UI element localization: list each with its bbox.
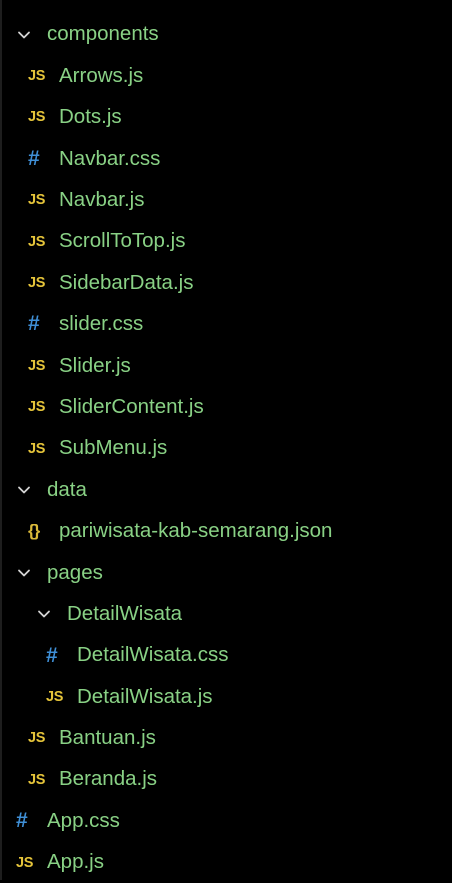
css-file-icon: # bbox=[28, 312, 40, 336]
file-name-label: App.css bbox=[47, 808, 120, 832]
file-name-label: ScrollToTop.js bbox=[59, 229, 186, 253]
file-explorer: components JS Arrows.js JS Dots.js # Navbar.cs… bbox=[0, 0, 452, 880]
css-file-icon: # bbox=[16, 809, 28, 833]
file-navbar-js[interactable]: JS Navbar.js bbox=[2, 180, 452, 221]
file-navbar-css[interactable]: # Navbar.css bbox=[2, 138, 452, 179]
file-arrows-js[interactable]: JS Arrows.js bbox=[2, 55, 452, 96]
file-tree: components JS Arrows.js JS Dots.js # Navbar.cs… bbox=[2, 0, 452, 883]
javascript-file-icon: JS bbox=[28, 233, 46, 250]
css-file-icon: # bbox=[46, 643, 58, 667]
chevron-down-icon bbox=[16, 482, 38, 498]
file-app-js[interactable]: JS App.js bbox=[2, 842, 452, 883]
file-pariwisata-kab-semarang-json[interactable]: {} pariwisata-kab-semarang.json bbox=[2, 511, 452, 552]
javascript-file-icon: JS bbox=[46, 688, 64, 705]
file-name-label: Navbar.js bbox=[59, 188, 145, 211]
javascript-file-icon: JS bbox=[28, 730, 46, 747]
file-dots-js[interactable]: JS Dots.js bbox=[2, 97, 452, 138]
javascript-file-icon: JS bbox=[28, 357, 46, 374]
json-file-icon: {} bbox=[28, 521, 40, 541]
chevron-down-icon bbox=[16, 27, 38, 43]
file-name-label: DetailWisata bbox=[67, 601, 183, 625]
file-name-label: pariwisata-kab-semarang.json bbox=[59, 519, 333, 543]
javascript-file-icon: JS bbox=[28, 440, 46, 457]
javascript-file-icon: JS bbox=[28, 399, 46, 416]
file-beranda-js[interactable]: JS Beranda.js bbox=[2, 759, 452, 800]
file-name-label: Beranda.js bbox=[59, 767, 158, 791]
css-file-icon: # bbox=[28, 146, 40, 170]
folder-data[interactable]: data bbox=[2, 469, 452, 510]
file-scrolltotop-js[interactable]: JS ScrollToTop.js bbox=[2, 221, 452, 262]
file-name-label: data bbox=[47, 477, 87, 501]
file-name-label: Slider.js bbox=[59, 353, 131, 377]
folder-components[interactable]: components bbox=[2, 14, 452, 55]
file-name-label: DetailWisata.js bbox=[77, 684, 213, 708]
javascript-file-icon: JS bbox=[28, 192, 46, 209]
chevron-down-icon bbox=[36, 606, 58, 622]
file-name-label: slider.css bbox=[59, 312, 144, 336]
javascript-file-icon: JS bbox=[28, 68, 46, 85]
file-name-label: components bbox=[47, 22, 159, 46]
javascript-file-icon: JS bbox=[28, 771, 46, 788]
file-name-label: App.js bbox=[47, 850, 104, 874]
javascript-file-icon: JS bbox=[28, 275, 46, 292]
file-detailwisata-js[interactable]: JS DetailWisata.js bbox=[2, 676, 452, 717]
file-submenu-js[interactable]: JS SubMenu.js bbox=[2, 428, 452, 469]
folder-pages[interactable]: pages bbox=[2, 552, 452, 593]
file-name-label: SubMenu.js bbox=[59, 436, 168, 460]
file-slidercontent-js[interactable]: JS SliderContent.js bbox=[2, 387, 452, 428]
file-slider-js[interactable]: JS Slider.js bbox=[2, 345, 452, 386]
file-name-label: pages bbox=[47, 560, 103, 584]
file-bantuan-js[interactable]: JS Bantuan.js bbox=[2, 718, 452, 759]
file-detailwisata-css[interactable]: # DetailWisata.css bbox=[2, 635, 452, 676]
file-name-label: SidebarData.js bbox=[59, 270, 194, 294]
file-name-label: Arrows.js bbox=[59, 63, 144, 87]
file-sidebardata-js[interactable]: JS SidebarData.js bbox=[2, 262, 452, 303]
file-name-label: SliderContent.js bbox=[59, 394, 204, 418]
file-slider-css[interactable]: # slider.css bbox=[2, 304, 452, 345]
file-name-label: Dots.js bbox=[59, 105, 122, 129]
chevron-down-icon bbox=[16, 565, 38, 581]
javascript-file-icon: JS bbox=[28, 109, 46, 126]
file-name-label: Navbar.css bbox=[59, 146, 161, 170]
javascript-file-icon: JS bbox=[16, 854, 34, 871]
file-name-label: DetailWisata.css bbox=[77, 643, 229, 667]
file-name-label: Bantuan.js bbox=[59, 726, 156, 750]
file-app-css[interactable]: # App.css bbox=[2, 800, 452, 841]
folder-detailwisata[interactable]: DetailWisata bbox=[2, 593, 452, 634]
